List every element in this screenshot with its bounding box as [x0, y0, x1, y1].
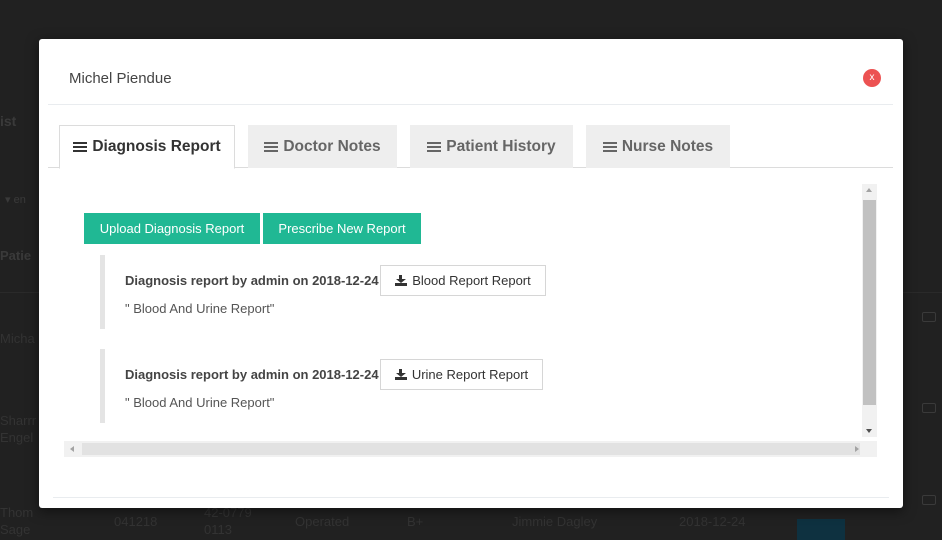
table-row-name: Sharrr Engel	[0, 413, 37, 445]
modal-header: Michel Piendue x	[48, 39, 893, 105]
table-row-id: 041218	[114, 514, 158, 529]
download-label: Blood Report Report	[412, 273, 531, 288]
tab-label: Doctor Notes	[283, 137, 381, 155]
action-icon	[922, 312, 936, 322]
list-icon	[264, 141, 279, 152]
action-icon	[922, 495, 936, 505]
tab-doctor-notes[interactable]: Doctor Notes	[248, 125, 397, 168]
download-report-button[interactable]: Urine Report Report	[380, 359, 543, 390]
report-entry: Diagnosis report by admin on 2018-12-24 …	[100, 255, 620, 329]
prescribe-report-button[interactable]: Prescribe New Report	[263, 213, 421, 244]
scroll-left-icon[interactable]	[70, 446, 74, 452]
list-icon	[602, 141, 617, 152]
tab-bar: Diagnosis Report Doctor Notes Patient Hi…	[48, 125, 893, 169]
table-row-name: Micha	[0, 331, 35, 346]
report-entry: Diagnosis report by admin on 2018-12-24 …	[100, 349, 620, 423]
scrollbar-thumb[interactable]	[863, 200, 876, 405]
diagnosis-report-pane: Upload Diagnosis Report Prescribe New Re…	[64, 183, 879, 458]
report-title: Diagnosis report by admin on 2018-12-24	[125, 367, 379, 382]
tab-nurse-notes[interactable]: Nurse Notes	[586, 125, 730, 168]
vertical-scrollbar[interactable]	[862, 184, 877, 437]
download-report-button[interactable]: Blood Report Report	[380, 265, 546, 296]
report-description: " Blood And Urine Report"	[125, 301, 275, 316]
tab-label: Patient History	[446, 137, 556, 155]
list-icon	[73, 142, 88, 152]
row-action-button	[797, 519, 845, 540]
list-icon	[427, 141, 442, 152]
download-icon	[395, 275, 408, 286]
horizontal-scrollbar[interactable]	[64, 441, 877, 457]
table-row-name: Thom Sage	[0, 505, 34, 537]
download-icon	[394, 369, 407, 380]
tab-label: Nurse Notes	[621, 137, 714, 155]
table-row-doctor: Jimmie Dagley	[512, 514, 598, 529]
modal-footer-divider	[53, 497, 889, 498]
close-button[interactable]: x	[863, 69, 881, 87]
scroll-up-icon[interactable]	[866, 188, 872, 192]
filter-fragment: ▾ en	[5, 194, 26, 206]
tab-label: Diagnosis Report	[92, 138, 221, 155]
scroll-down-icon[interactable]	[866, 429, 872, 433]
table-row-phone: 42-0779 0113	[204, 505, 252, 537]
tab-diagnosis-report[interactable]: Diagnosis Report	[59, 125, 235, 169]
table-row-date: 2018-12-24	[679, 514, 746, 529]
scrollbar-thumb[interactable]	[82, 443, 860, 455]
scroll-right-icon[interactable]	[855, 446, 859, 452]
report-description: " Blood And Urine Report"	[125, 395, 275, 410]
table-row-status: Operated	[295, 514, 350, 529]
action-icon	[922, 403, 936, 413]
patient-reports-modal: Michel Piendue x Diagnosis Report Doctor…	[39, 39, 903, 508]
page-title-fragment: ist	[0, 113, 17, 129]
tab-patient-history[interactable]: Patient History	[410, 125, 573, 168]
table-header-fragment: Patie	[0, 248, 32, 263]
download-label: Urine Report Report	[411, 367, 529, 382]
modal-title: Michel Piendue	[69, 70, 172, 87]
report-title: Diagnosis report by admin on 2018-12-24	[125, 273, 379, 288]
table-row-blood: B+	[407, 514, 424, 529]
upload-report-button[interactable]: Upload Diagnosis Report	[84, 213, 260, 244]
